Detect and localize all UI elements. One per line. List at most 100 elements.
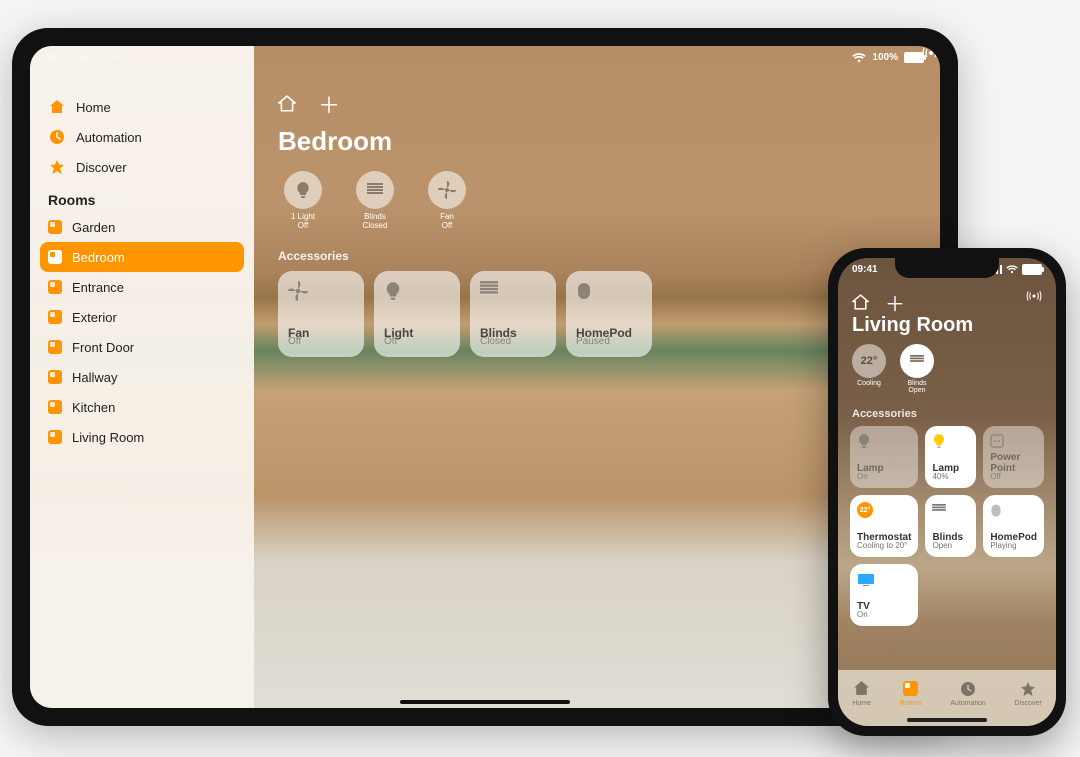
tile-blinds[interactable]: BlindsOpen (925, 495, 976, 557)
room-label: Front Door (72, 340, 134, 355)
star-icon (1019, 680, 1037, 698)
room-label: Living Room (72, 430, 144, 445)
nav-home[interactable]: Home (30, 92, 254, 122)
room-icon (48, 430, 62, 444)
wifi-icon (1006, 265, 1018, 274)
room-garden[interactable]: Garden (30, 212, 254, 242)
fan-icon (438, 181, 456, 199)
rooms-header: Rooms (30, 182, 254, 212)
room-label: Hallway (72, 370, 118, 385)
tile-lamp-1[interactable]: LampOn (850, 426, 918, 488)
tile-homepod[interactable]: HomePodPaused (566, 271, 652, 357)
tv-icon (857, 571, 911, 587)
tile-status: Open (932, 541, 969, 550)
blinds-icon (480, 281, 546, 297)
status-label: Fan Off (440, 213, 454, 231)
bulb-icon (384, 281, 450, 301)
tile-light[interactable]: LightOff (374, 271, 460, 357)
clock-icon (48, 129, 66, 145)
room-icon (48, 340, 62, 354)
tab-home[interactable]: Home (852, 680, 871, 707)
tile-homepod[interactable]: HomePodPlaying (983, 495, 1044, 557)
tile-blinds[interactable]: BlindsClosed (470, 271, 556, 357)
ipad-screen: 09:41 Tue 13 Oct 100% Home Automation (30, 46, 940, 708)
notch (895, 258, 999, 278)
tile-status: On (857, 472, 911, 481)
broadcast-button[interactable] (1026, 290, 1042, 302)
nav-automation[interactable]: Automation (30, 122, 254, 152)
room-living-room[interactable]: Living Room (30, 422, 254, 452)
bulb-icon (857, 433, 911, 449)
tile-status: Off (288, 336, 354, 347)
room-label: Garden (72, 220, 115, 235)
home-button[interactable] (278, 95, 296, 113)
tab-rooms[interactable]: Rooms (900, 680, 922, 707)
tile-status: 40% (932, 472, 969, 481)
tile-status: Paused (576, 336, 642, 347)
status-blinds[interactable]: Blinds Closed (350, 171, 400, 231)
tile-thermostat[interactable]: 22° ThermostatCooling to 20° (850, 495, 918, 557)
room-icon (48, 280, 62, 294)
tile-status: On (857, 610, 911, 619)
iphone-time: 09:41 (852, 264, 878, 275)
tile-tv[interactable]: TVOn (850, 564, 918, 626)
room-front-door[interactable]: Front Door (30, 332, 254, 362)
blinds-icon (910, 355, 924, 367)
fan-icon (288, 281, 354, 301)
home-button[interactable] (852, 294, 869, 311)
room-icon (48, 400, 62, 414)
nav-label: Home (76, 100, 111, 115)
accessories-header: Accessories (278, 249, 916, 263)
room-title: Living Room (852, 314, 973, 337)
broadcast-button[interactable] (922, 46, 940, 60)
status-label: Blinds Closed (363, 213, 388, 231)
tile-lamp-2[interactable]: Lamp40% (925, 426, 976, 488)
nav-label: Discover (76, 160, 127, 175)
status-temp[interactable]: 22° (852, 344, 886, 378)
room-label: Kitchen (72, 400, 115, 415)
tab-discover[interactable]: Discover (1014, 680, 1041, 707)
tab-label: Home (852, 700, 871, 707)
tab-label: Automation (950, 700, 985, 707)
tile-fan[interactable]: FanOff (278, 271, 364, 357)
room-icon (48, 310, 62, 324)
homepod-icon (576, 281, 642, 301)
room-entrance[interactable]: Entrance (30, 272, 254, 302)
clock-icon (959, 680, 977, 698)
tile-power-point[interactable]: Power PointOff (983, 426, 1044, 488)
room-kitchen[interactable]: Kitchen (30, 392, 254, 422)
room-exterior[interactable]: Exterior (30, 302, 254, 332)
iphone-device: 09:41 ＋ Living Room 22° Cooling Blinds O… (828, 248, 1066, 736)
status-label: Cooling (857, 380, 881, 387)
tile-status: Off (384, 336, 450, 347)
blinds-icon (932, 502, 969, 518)
sidebar: Home Automation Discover Rooms Garden Be… (30, 46, 254, 708)
blinds-icon (367, 183, 383, 197)
status-blinds[interactable] (900, 344, 934, 378)
add-button[interactable]: ＋ (885, 288, 905, 317)
ipad-device: 09:41 Tue 13 Oct 100% Home Automation (12, 28, 958, 726)
home-indicator[interactable] (907, 718, 987, 722)
accessories-header: Accessories (852, 408, 917, 420)
status-fan[interactable]: Fan Off (422, 171, 472, 231)
status-light[interactable]: 1 Light Off (278, 171, 328, 231)
accessories-grid: LampOn Lamp40% Power PointOff 22° Thermo… (850, 426, 1044, 626)
outlet-icon (990, 433, 1037, 449)
battery-icon (1022, 264, 1042, 275)
house-icon (48, 99, 66, 115)
room-title: Bedroom (278, 126, 916, 157)
house-icon (853, 680, 871, 698)
add-button[interactable]: ＋ (318, 88, 340, 120)
room-bedroom[interactable]: Bedroom (40, 242, 244, 272)
rooms-icon (902, 680, 920, 698)
nav-discover[interactable]: Discover (30, 152, 254, 182)
tab-label: Rooms (900, 700, 922, 707)
tile-status: Playing (990, 541, 1037, 550)
star-icon (48, 159, 66, 175)
room-label: Bedroom (72, 250, 125, 265)
temp-value: 22° (861, 355, 878, 367)
homepod-icon (990, 502, 1037, 518)
home-indicator[interactable] (400, 700, 570, 704)
tab-automation[interactable]: Automation (950, 680, 985, 707)
room-hallway[interactable]: Hallway (30, 362, 254, 392)
